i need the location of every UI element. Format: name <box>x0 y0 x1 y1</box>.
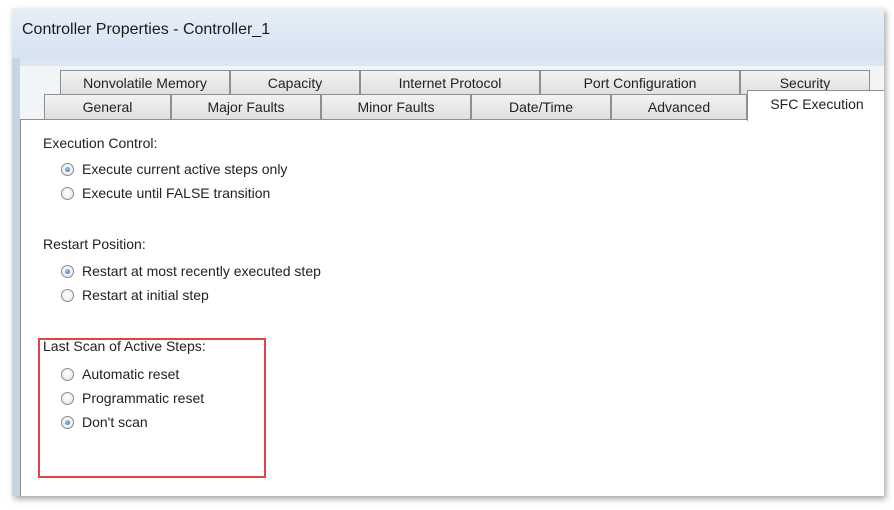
radio-label: Execute current active steps only <box>82 161 288 177</box>
tab-port-configuration[interactable]: Port Configuration <box>540 70 740 95</box>
radio-restart-initial-step[interactable]: Restart at initial step <box>61 287 209 303</box>
tab-major-faults[interactable]: Major Faults <box>171 94 321 119</box>
tab-minor-faults[interactable]: Minor Faults <box>321 94 471 119</box>
tab-general[interactable]: General <box>44 94 171 119</box>
tab-date-time[interactable]: Date/Time <box>471 94 611 119</box>
radio-selected-icon[interactable] <box>61 162 74 176</box>
tab-internet-protocol[interactable]: Internet Protocol <box>360 70 540 95</box>
tab-advanced[interactable]: Advanced <box>611 94 747 119</box>
radio-selected-icon[interactable] <box>61 264 74 278</box>
radio-unselected-icon[interactable] <box>61 186 74 200</box>
window-title: Controller Properties - Controller_1 <box>22 21 271 38</box>
radio-unselected-icon[interactable] <box>61 288 74 302</box>
title-bar[interactable]: Controller Properties - Controller_1 <box>12 8 884 58</box>
radio-label: Restart at most recently executed step <box>82 263 321 279</box>
radio-execute-current-active-steps[interactable]: Execute current active steps only <box>61 161 287 177</box>
radio-label: Execute until FALSE transition <box>82 185 271 201</box>
last-scan-highlight-box <box>38 338 266 478</box>
radio-label: Restart at initial step <box>82 287 209 303</box>
radio-execute-until-false-transition[interactable]: Execute until FALSE transition <box>61 185 270 201</box>
execution-control-label: Execution Control: <box>43 135 158 151</box>
radio-restart-most-recent-step[interactable]: Restart at most recently executed step <box>61 263 321 279</box>
tab-sfc-execution[interactable]: SFC Execution <box>747 90 884 121</box>
restart-position-label: Restart Position: <box>43 236 146 252</box>
tab-capacity[interactable]: Capacity <box>230 70 360 95</box>
tab-nonvolatile-memory[interactable]: Nonvolatile Memory <box>60 70 230 95</box>
window-frame-left <box>12 58 20 496</box>
